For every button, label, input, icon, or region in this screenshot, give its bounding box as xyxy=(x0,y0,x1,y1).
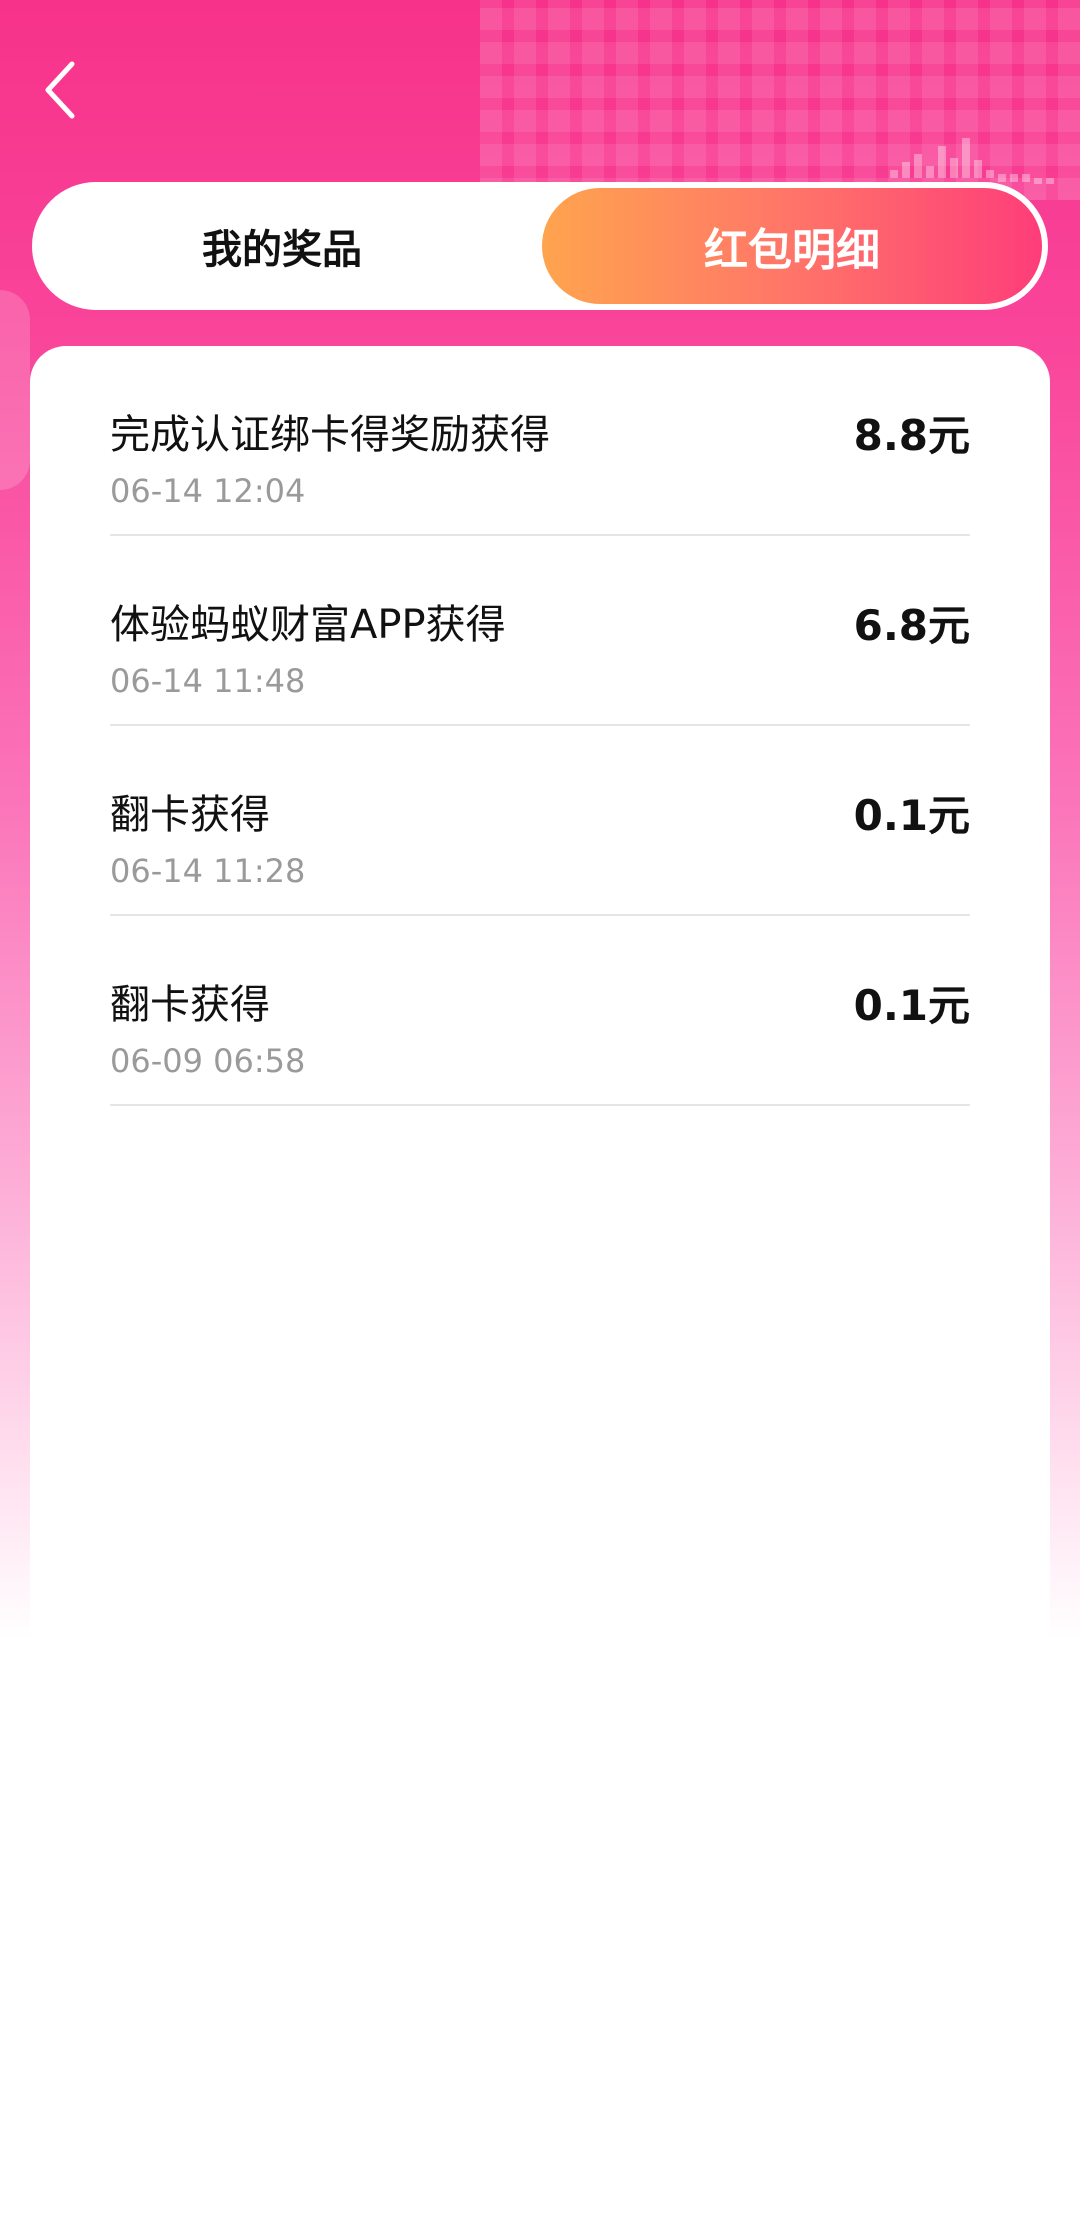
record-title: 翻卡获得 xyxy=(110,792,270,838)
tab-red-packet-detail-label: 红包明细 xyxy=(704,225,880,276)
side-decoration xyxy=(0,290,30,490)
tab-red-packet-detail[interactable]: 红包明细 xyxy=(542,188,1042,304)
record-amount: 0.1元 xyxy=(853,791,970,840)
records-list: 完成认证绑卡得奖励获得 06-14 12:04 8.8元 体验蚂蚁财富APP获得… xyxy=(110,346,1000,1106)
list-item: 翻卡获得 06-09 06:58 0.1元 xyxy=(110,916,970,1106)
tab-my-prizes-label: 我的奖品 xyxy=(202,227,362,273)
back-button[interactable] xyxy=(30,50,90,130)
tab-bar: 我的奖品 红包明细 xyxy=(32,182,1048,310)
record-time: 06-14 11:28 xyxy=(110,852,306,890)
red-packet-detail-page: 我的奖品 红包明细 完成认证绑卡得奖励获得 06-14 12:04 8.8元 体… xyxy=(0,0,1080,2225)
record-time: 06-14 11:48 xyxy=(110,662,306,700)
record-title: 完成认证绑卡得奖励获得 xyxy=(110,412,550,458)
record-amount: 8.8元 xyxy=(853,411,970,460)
tab-my-prizes[interactable]: 我的奖品 xyxy=(32,182,532,310)
chevron-left-icon xyxy=(45,61,75,119)
record-time: 06-14 12:04 xyxy=(110,472,306,510)
record-amount: 0.1元 xyxy=(853,981,970,1030)
list-item: 翻卡获得 06-14 11:28 0.1元 xyxy=(110,726,970,916)
records-card: 完成认证绑卡得奖励获得 06-14 12:04 8.8元 体验蚂蚁财富APP获得… xyxy=(30,346,1050,1666)
record-time: 06-09 06:58 xyxy=(110,1042,306,1080)
record-title: 体验蚂蚁财富APP获得 xyxy=(110,602,506,648)
record-amount: 6.8元 xyxy=(853,601,970,650)
list-item: 体验蚂蚁财富APP获得 06-14 11:48 6.8元 xyxy=(110,536,970,726)
record-title: 翻卡获得 xyxy=(110,982,270,1028)
list-item: 完成认证绑卡得奖励获得 06-14 12:04 8.8元 xyxy=(110,346,970,536)
equalizer-decoration xyxy=(890,138,1054,184)
